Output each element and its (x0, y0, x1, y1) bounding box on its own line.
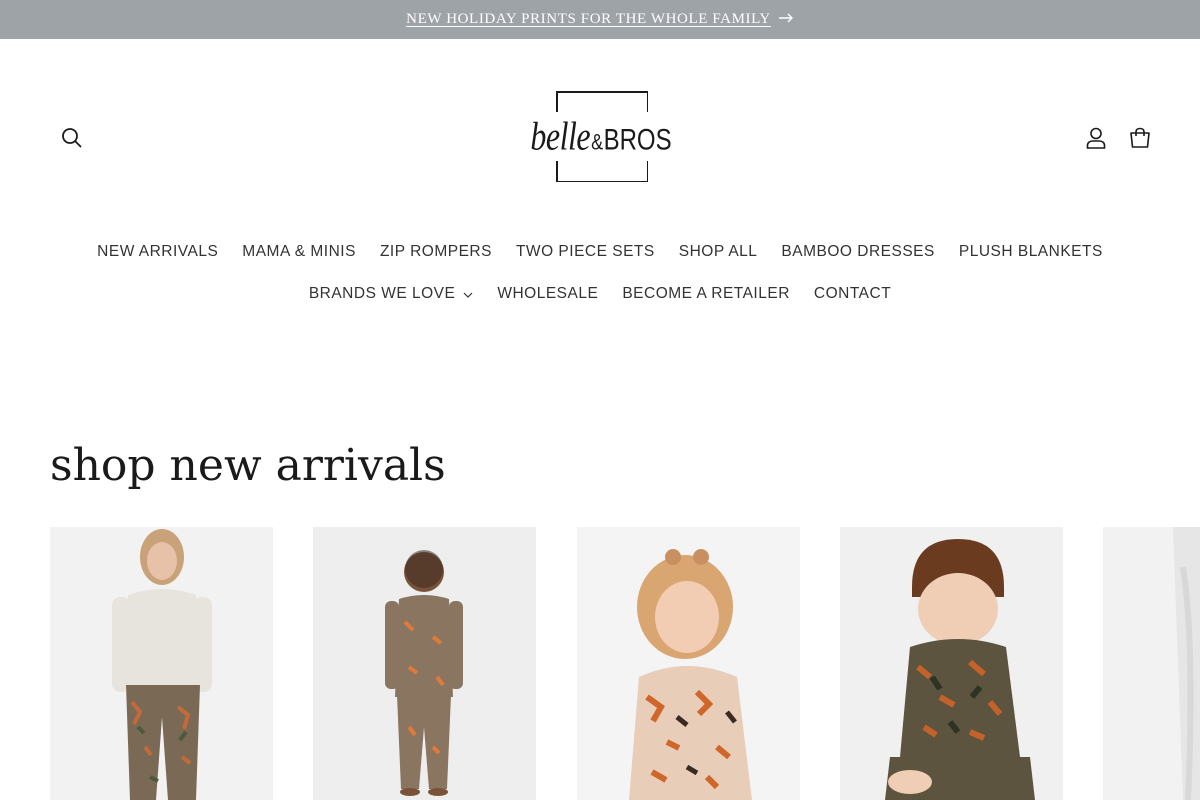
nav-brands-we-love[interactable]: BRANDS WE LOVE (297, 283, 486, 305)
announcement-link[interactable]: NEW HOLIDAY PRINTS FOR THE WHOLE FAMILY (406, 11, 794, 28)
product-card[interactable] (577, 527, 800, 800)
nav-shop-all[interactable]: SHOP ALL (667, 241, 770, 263)
main-nav-row-1: NEW ARRIVALS MAMA & MINIS ZIP ROMPERS TW… (0, 241, 1200, 263)
product-card[interactable] (50, 527, 273, 800)
product-image (840, 527, 1063, 800)
section-title: shop new arrivals (50, 440, 446, 491)
announcement-text: NEW HOLIDAY PRINTS FOR THE WHOLE FAMILY (406, 11, 771, 27)
product-card[interactable] (840, 527, 1063, 800)
site-header: belle&BROS (0, 39, 1200, 239)
search-icon (61, 127, 83, 154)
logo-text: belle&BROS (528, 113, 674, 160)
nav-become-retailer[interactable]: BECOME A RETAILER (610, 283, 802, 305)
main-nav-row-2: BRANDS WE LOVE WHOLESALE BECOME A RETAIL… (0, 283, 1200, 305)
logo-frame (556, 91, 558, 112)
logo-frame (646, 161, 648, 182)
site-logo[interactable]: belle&BROS (528, 91, 674, 182)
search-button[interactable] (56, 124, 88, 156)
logo-script: belle (530, 113, 591, 159)
product-card[interactable] (1103, 527, 1200, 800)
logo-frame (556, 180, 647, 182)
logo-amp: & (591, 129, 603, 155)
nav-bamboo-dresses[interactable]: BAMBOO DRESSES (769, 241, 946, 263)
nav-plush-blankets[interactable]: PLUSH BLANKETS (947, 241, 1115, 263)
announcement-bar: NEW HOLIDAY PRINTS FOR THE WHOLE FAMILY (0, 0, 1200, 39)
arrow-right-icon (778, 11, 794, 28)
nav-contact[interactable]: CONTACT (802, 283, 903, 305)
product-image (313, 527, 536, 800)
chevron-down-icon (463, 283, 473, 305)
nav-brands-label: BRANDS WE LOVE (308, 285, 456, 302)
product-image (577, 527, 800, 800)
cart-icon (1129, 127, 1151, 154)
product-image (1103, 527, 1200, 800)
nav-zip-rompers[interactable]: ZIP ROMPERS (368, 241, 504, 263)
product-card[interactable] (313, 527, 536, 800)
logo-frame (646, 91, 648, 112)
product-image (50, 527, 273, 800)
logo-frame (556, 91, 647, 93)
logo-frame (556, 161, 558, 182)
nav-mama-minis[interactable]: MAMA & MINIS (230, 241, 368, 263)
account-button[interactable] (1080, 124, 1112, 156)
logo-caps: BROS (603, 123, 672, 158)
nav-new-arrivals[interactable]: NEW ARRIVALS (85, 241, 230, 263)
account-icon (1086, 127, 1106, 154)
nav-two-piece-sets[interactable]: TWO PIECE SETS (504, 241, 667, 263)
nav-wholesale[interactable]: WHOLESALE (485, 283, 610, 305)
cart-button[interactable] (1124, 124, 1156, 156)
